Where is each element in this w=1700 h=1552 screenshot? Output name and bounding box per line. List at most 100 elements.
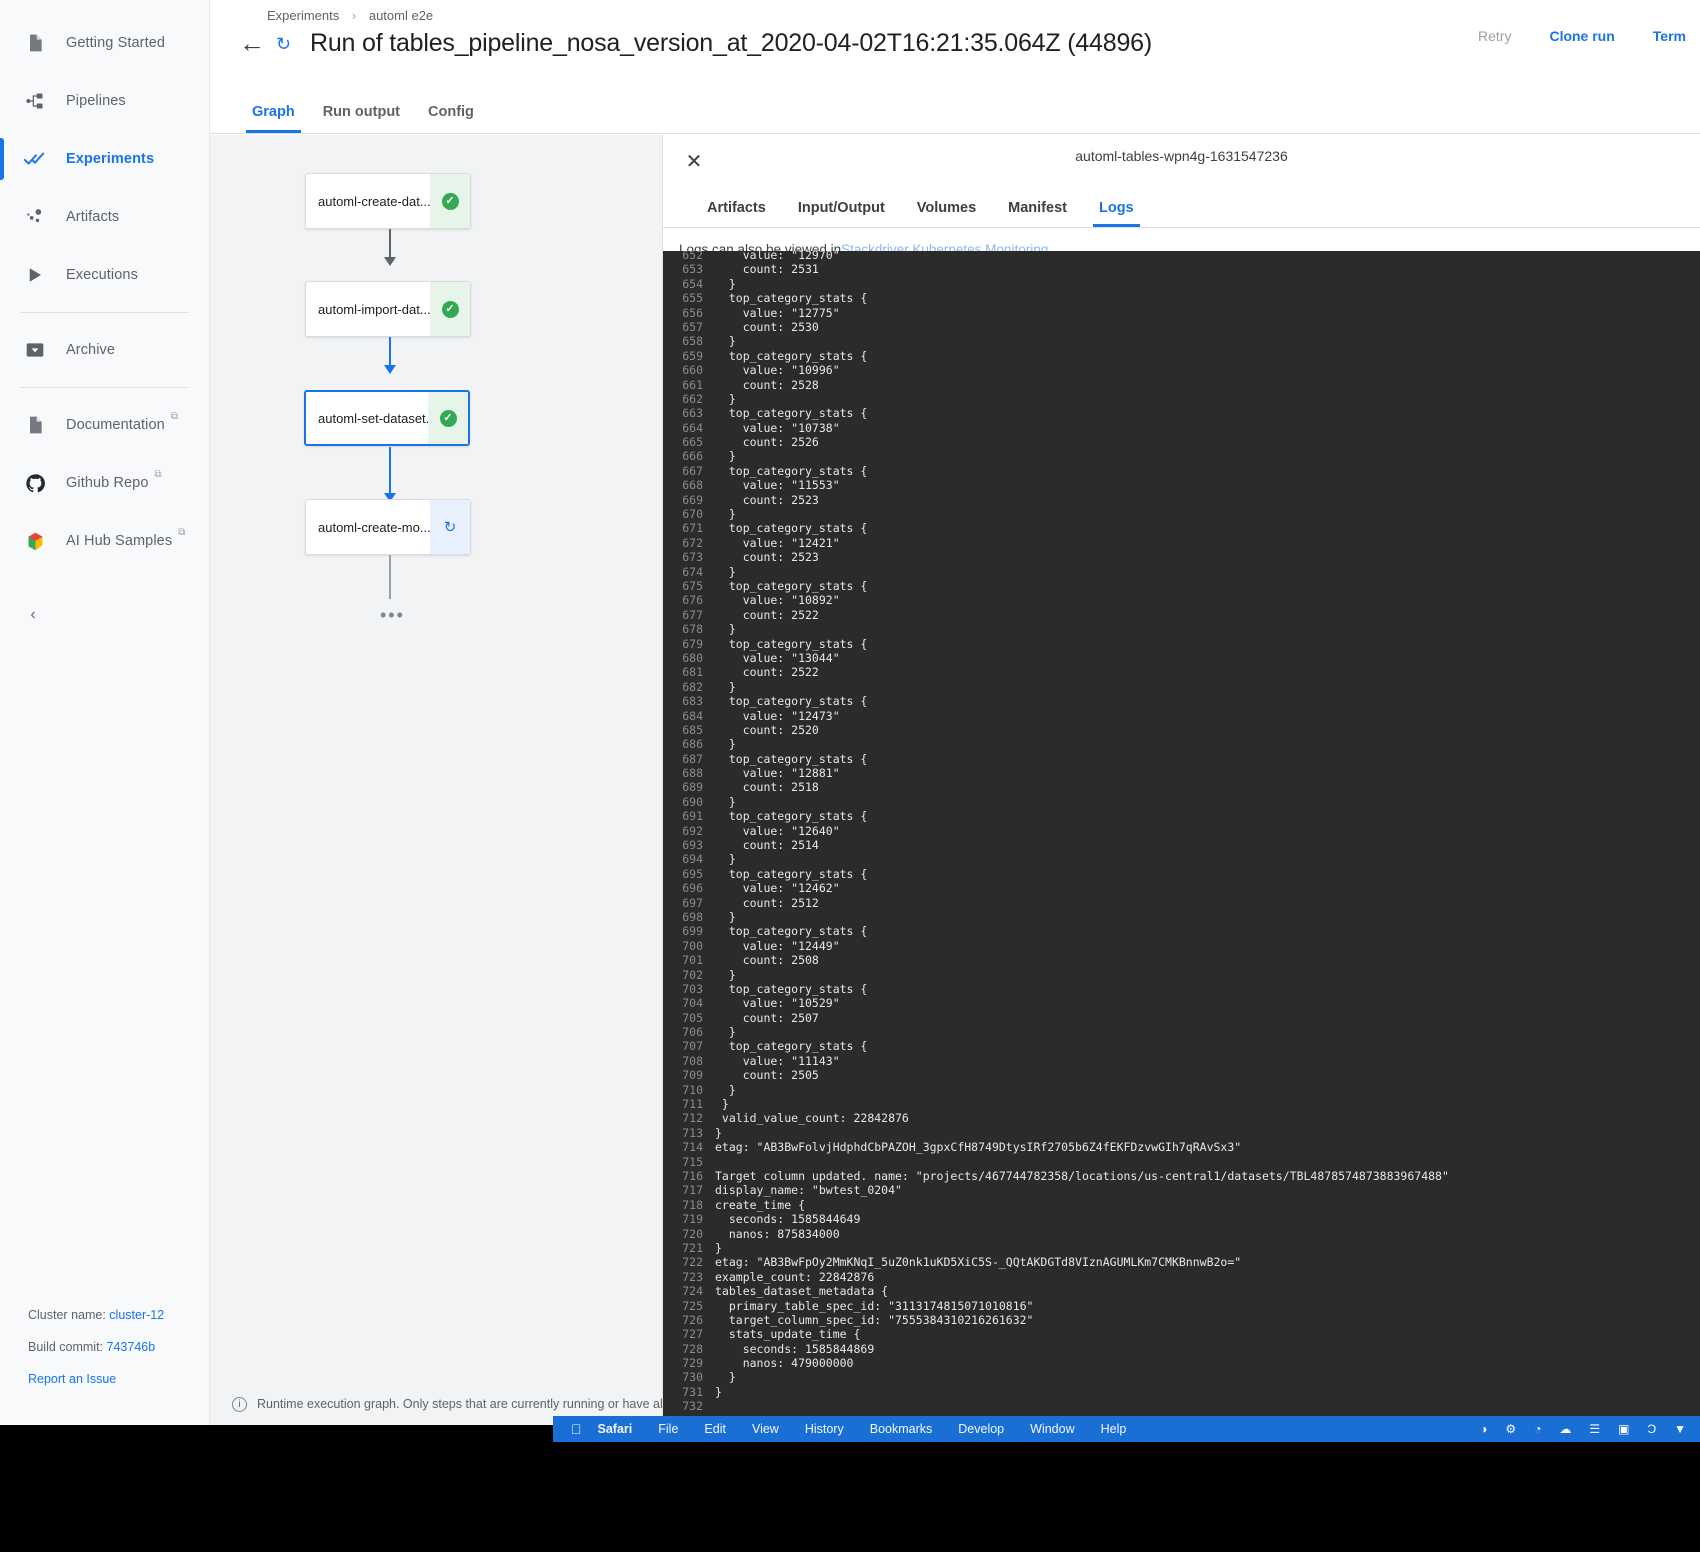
status-icon-0[interactable]: ◑ [1480,1422,1487,1436]
sidebar-item-artifacts[interactable]: Artifacts [0,188,209,246]
tab-artifacts[interactable]: Artifacts [691,200,782,227]
log-line: 719 seconds: 1585844649 [663,1212,1700,1226]
node-details-header: ✕ automl-tables-wpn4g-1631547236 [663,134,1700,188]
sidebar-item-label: Getting Started [66,35,166,51]
log-line-number: 683 [682,694,703,709]
status-icon-1[interactable]: ⚙ [1505,1422,1516,1436]
log-line-text: stats_update_time { [715,1327,861,1342]
breadcrumb-item-automl-e2e[interactable]: automl e2e [369,8,433,23]
log-line: 680 value: "13044" [663,651,1700,665]
log-line: 660 value: "10996" [663,363,1700,377]
graph-node-automl-create-model[interactable]: automl-create-mo... ↻ [305,499,471,555]
sidebar-item-experiments[interactable]: Experiments [0,130,209,188]
terminate-button[interactable]: Term [1639,18,1700,54]
sidebar-item-getting-started[interactable]: Getting Started [0,14,209,72]
sidebar-item-github-repo[interactable]: Github Repo ⧉ [0,454,209,512]
log-line-text: nanos: 875834000 [715,1226,840,1241]
menu-item-file[interactable]: File [658,1422,678,1436]
log-line-text: value: "13044" [715,650,840,665]
menu-item-view[interactable]: View [752,1422,779,1436]
log-line: 699 top_category_stats { [663,924,1700,938]
apple-logo-icon[interactable]:  [571,1421,582,1437]
tab-config[interactable]: Config [414,104,488,133]
graph-node-automl-create-dataset[interactable]: automl-create-dat... ✓ [305,173,471,229]
log-line: 679 top_category_stats { [663,637,1700,651]
log-line: 667 top_category_stats { [663,464,1700,478]
status-icon-3[interactable]: ☁ [1559,1422,1571,1436]
log-line-number: 692 [682,823,703,838]
log-line-number: 665 [682,435,703,450]
log-line-text: value: "11143" [715,1053,840,1068]
menu-item-develop[interactable]: Develop [958,1422,1004,1436]
status-icon-2[interactable]: ◔ [1534,1422,1541,1436]
breadcrumb-item-experiments[interactable]: Experiments [267,8,339,23]
menu-item-safari[interactable]: Safari [598,1422,633,1436]
document-icon [22,412,48,438]
sidebar-collapse-button[interactable]: ‹ [18,600,48,630]
tab-logs[interactable]: Logs [1083,200,1150,227]
log-line-text: count: 2505 [715,1068,819,1083]
status-icon-7[interactable]: ▼ [1674,1422,1686,1436]
os-black-bar [0,1425,1700,1552]
report-issue-link[interactable]: Report an Issue [28,1372,116,1386]
log-line-text: } [715,391,736,406]
tab-volumes[interactable]: Volumes [901,200,992,227]
log-line-text: etag: "AB3BwFolvjHdphdCbPAZOH_3gpxCfH874… [715,1140,1242,1155]
log-viewer[interactable]: 652 value: "12970" 653 count: 2531 654 } 65… [663,251,1700,1425]
log-line-text: count: 2518 [715,780,819,795]
log-line-text: top_category_stats { [715,1039,868,1054]
log-line: 661 count: 2528 [663,378,1700,392]
menu-item-history[interactable]: History [805,1422,844,1436]
clone-run-button[interactable]: Clone run [1535,18,1628,54]
log-line-text: } [715,1082,736,1097]
sidebar-item-executions[interactable]: Executions [0,246,209,304]
log-line-text: count: 2507 [715,1010,819,1025]
tab-manifest[interactable]: Manifest [992,200,1083,227]
tab-input-output[interactable]: Input/Output [782,200,901,227]
log-line: 700 value: "12449" [663,939,1700,953]
sidebar-nav: Getting Started Pipelines Experiments Ar… [0,0,209,570]
log-line: 721} [663,1241,1700,1255]
log-line-number: 654 [682,276,703,291]
breadcrumb: Experiments › automl e2e [267,8,433,23]
archive-icon [22,337,48,363]
cluster-name-value[interactable]: cluster-12 [109,1308,164,1322]
graph-more-nodes-indicator[interactable]: ••• [380,605,405,626]
log-line: 725 primary_table_spec_id: "311317481507… [663,1299,1700,1313]
log-line-number: 652 [682,251,703,262]
status-icon-6[interactable]: Ɔ [1647,1422,1656,1436]
menu-item-edit[interactable]: Edit [704,1422,726,1436]
log-line: 662 } [663,392,1700,406]
log-line-number: 710 [682,1082,703,1097]
log-line-text: value: "12473" [715,708,840,723]
retry-button[interactable]: Retry [1464,18,1525,54]
log-line-text: top_category_stats { [715,924,868,939]
graph-node-automl-import-data[interactable]: automl-import-dat... ✓ [305,281,471,337]
sidebar-item-label: Pipelines [66,93,126,109]
sidebar-item-pipelines[interactable]: Pipelines [0,72,209,130]
os-menubar:  Safari File Edit View History Bookmark… [553,1416,1700,1442]
sidebar-item-ai-hub-samples[interactable]: AI Hub Samples ⧉ [0,512,209,570]
tab-run-output[interactable]: Run output [309,104,414,133]
menu-item-bookmarks[interactable]: Bookmarks [870,1422,933,1436]
menu-item-help[interactable]: Help [1101,1422,1127,1436]
log-line-text: value: "12775" [715,305,840,320]
graph-node-automl-set-dataset[interactable]: automl-set-dataset... ✓ [304,390,470,446]
sidebar-item-archive[interactable]: Archive [0,321,209,379]
log-line-number: 701 [682,953,703,968]
back-arrow-icon[interactable]: ← [234,28,270,59]
sidebar-divider-2 [20,387,189,388]
log-line: 689 count: 2518 [663,780,1700,794]
log-line-number: 659 [682,348,703,363]
menu-item-window[interactable]: Window [1030,1422,1074,1436]
sidebar-item-documentation[interactable]: Documentation ⧉ [0,396,209,454]
log-line-number: 662 [682,391,703,406]
status-icon-4[interactable]: ☰ [1589,1422,1600,1436]
tab-graph[interactable]: Graph [238,104,309,133]
info-icon: i [232,1396,247,1412]
status-icon-5[interactable]: ▣ [1618,1422,1629,1436]
log-line: 712 valid_value_count: 22842876 [663,1111,1700,1125]
build-commit-value[interactable]: 743746b [107,1340,156,1354]
log-line: 702 } [663,968,1700,982]
graph-node-label: automl-create-mo... [318,519,430,535]
